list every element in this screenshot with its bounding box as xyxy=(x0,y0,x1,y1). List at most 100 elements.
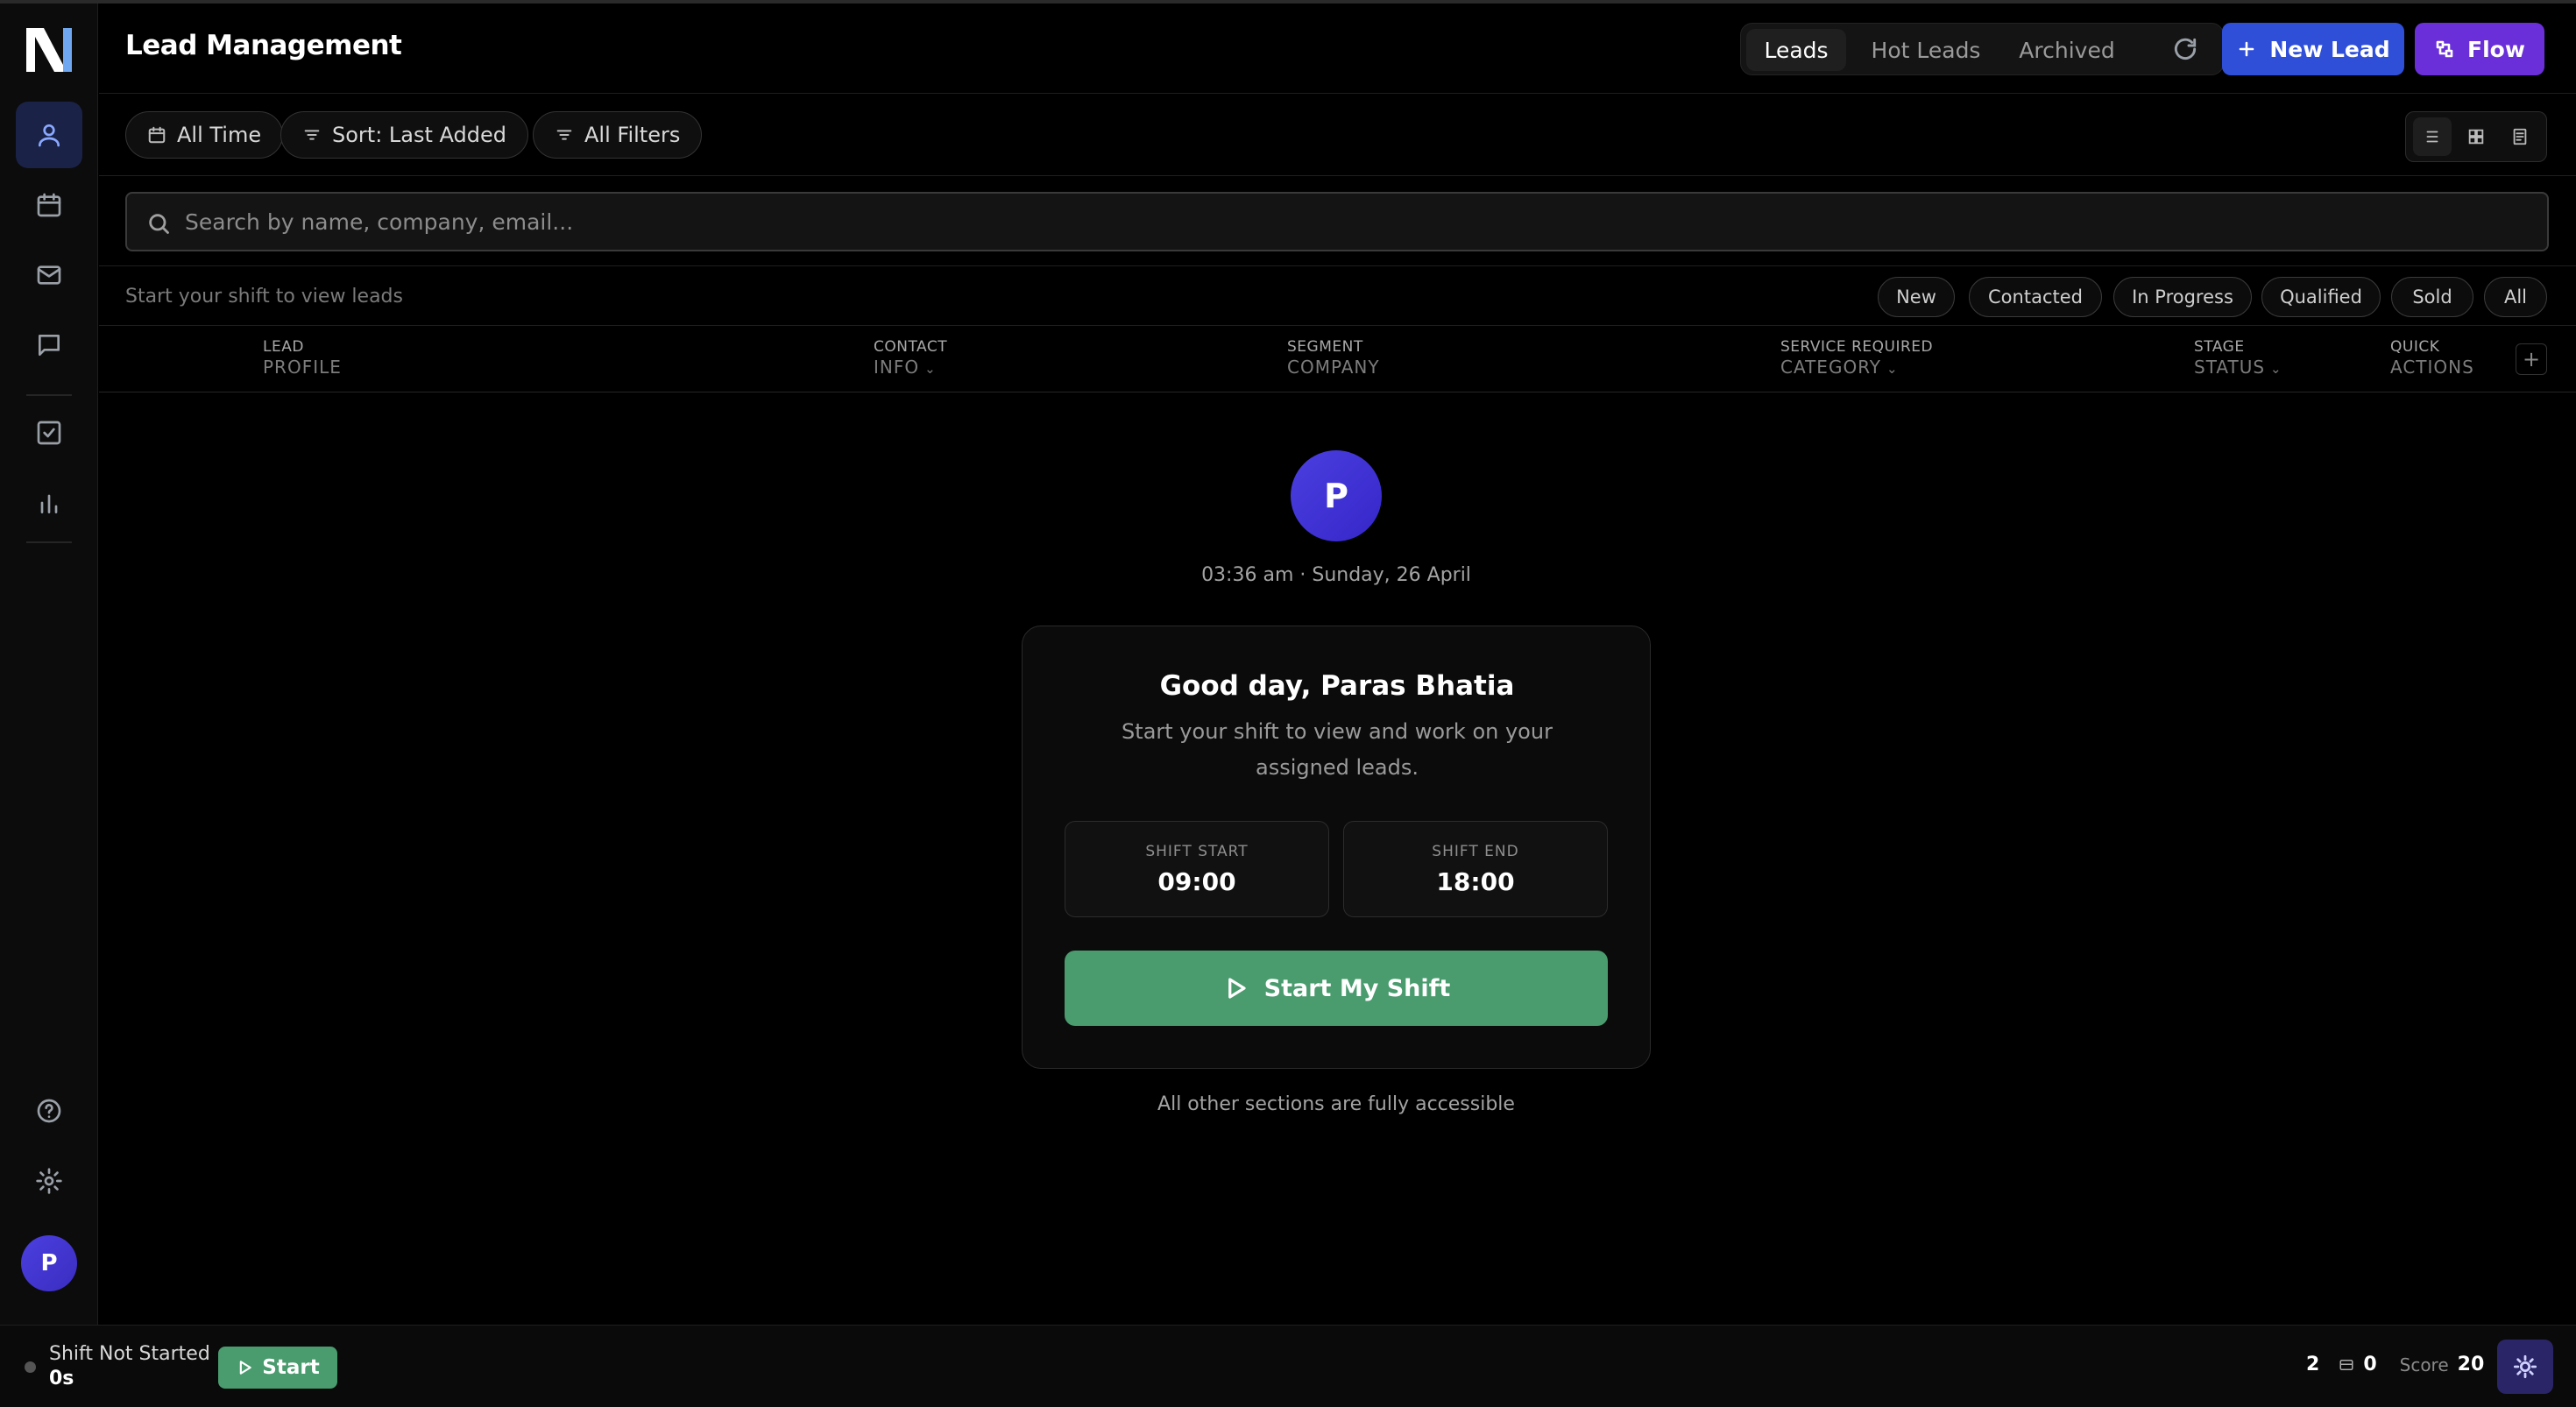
filter-bar: All Time Sort: Last Added All Filters xyxy=(99,94,2576,176)
nav-calendar[interactable] xyxy=(16,172,82,238)
chip-qualified[interactable]: Qualified xyxy=(2261,277,2381,317)
column-stage-status[interactable]: STAGE STATUS ⌄ xyxy=(2194,338,2282,378)
sidebar: P xyxy=(0,4,98,1325)
tab-hot-leads[interactable]: Hot Leads xyxy=(1851,29,2000,71)
accessibility-note: All other sections are fully accessible xyxy=(1157,1093,1515,1115)
time-filter-button[interactable]: All Time xyxy=(125,111,284,159)
shift-end-value: 18:00 xyxy=(1436,867,1515,896)
lead-view-tabs: Leads Hot Leads Archived xyxy=(1740,23,2224,75)
tab-leads[interactable]: Leads xyxy=(1746,29,1846,71)
nav-mail[interactable] xyxy=(16,242,82,308)
chat-icon xyxy=(39,335,60,356)
time-filter-label: All Time xyxy=(177,123,262,147)
sort-button[interactable]: Sort: Last Added xyxy=(280,111,528,159)
settings-icon xyxy=(36,1168,62,1194)
chevron-down-icon: ⌄ xyxy=(2270,361,2282,378)
nav-leads[interactable] xyxy=(16,102,82,168)
plus-icon xyxy=(2240,41,2254,57)
search-input[interactable] xyxy=(183,202,2531,241)
list-icon xyxy=(2426,131,2438,143)
column-label: STAGE xyxy=(2194,338,2245,356)
shift-end-label: SHIFT END xyxy=(1432,843,1519,860)
nav-settings[interactable] xyxy=(16,1148,82,1214)
calendar-icon xyxy=(148,126,166,144)
column-sublabel: ACTIONS xyxy=(2390,357,2474,378)
checkbox-icon xyxy=(37,421,61,445)
column-quick-actions: QUICK ACTIONS xyxy=(2390,338,2474,378)
chevron-down-icon: ⌄ xyxy=(924,361,937,378)
refresh-button[interactable] xyxy=(2164,28,2206,70)
column-lead-profile[interactable]: LEAD PROFILE xyxy=(263,338,342,378)
help-icon xyxy=(37,1099,61,1123)
search-section xyxy=(99,176,2576,266)
shift-start-value: 09:00 xyxy=(1157,867,1236,896)
column-contact-info[interactable]: CONTACT INFO ⌄ xyxy=(874,338,947,378)
all-filters-label: All Filters xyxy=(584,123,681,147)
view-toggle xyxy=(2405,111,2547,162)
chip-sold[interactable]: Sold xyxy=(2391,277,2473,317)
grid-icon xyxy=(2468,129,2484,145)
bottom-status-bar: Shift Not Started 0s Start 2 0 Score 20 xyxy=(0,1325,2576,1407)
shift-card: Good day, Paras Bhatia Start your shift … xyxy=(1022,626,1651,1069)
app-logo[interactable] xyxy=(25,25,74,75)
refresh-icon xyxy=(2174,38,2197,60)
user-icon xyxy=(39,124,60,147)
score-value: 20 xyxy=(2457,1354,2485,1375)
nav-reports[interactable] xyxy=(16,470,82,536)
add-column-button[interactable]: + xyxy=(2516,343,2547,375)
shift-start-box: SHIFT START 09:00 xyxy=(1065,821,1329,917)
shift-hint: Start your shift to view leads xyxy=(125,286,403,308)
chip-contacted[interactable]: Contacted xyxy=(1969,277,2102,317)
grid-view-button[interactable] xyxy=(2457,117,2495,156)
chip-in-progress[interactable]: In Progress xyxy=(2113,277,2252,317)
theme-toggle-button[interactable] xyxy=(2497,1340,2553,1394)
shift-status-text: Shift Not Started xyxy=(49,1343,210,1365)
status-filter-row: Start your shift to view leads New Conta… xyxy=(99,266,2576,326)
column-segment-company[interactable]: SEGMENT COMPANY xyxy=(1287,338,1380,378)
flow-button[interactable]: Flow xyxy=(2415,23,2544,75)
sun-icon xyxy=(2513,1354,2537,1379)
user-avatar[interactable]: P xyxy=(21,1235,77,1291)
new-lead-label: New Lead xyxy=(2269,36,2390,62)
filter-icon xyxy=(556,130,572,140)
stat-count-1: 2 xyxy=(2306,1354,2320,1375)
play-icon xyxy=(1228,978,1246,999)
list-view-button[interactable] xyxy=(2413,117,2452,156)
column-sublabel: CATEGORY xyxy=(1780,357,1882,378)
tab-archived[interactable]: Archived xyxy=(2006,29,2128,71)
flow-icon xyxy=(2436,40,2453,58)
sort-label: Sort: Last Added xyxy=(332,123,506,147)
flow-label: Flow xyxy=(2467,36,2525,62)
nav-messages[interactable] xyxy=(16,312,82,378)
page-title: Lead Management xyxy=(125,30,402,61)
score-label: Score xyxy=(2399,1354,2449,1375)
shift-end-box: SHIFT END 18:00 xyxy=(1343,821,1608,917)
chevron-down-icon: ⌄ xyxy=(1886,361,1899,378)
start-my-shift-label: Start My Shift xyxy=(1263,974,1451,1002)
search-box xyxy=(125,192,2549,251)
nav-tasks[interactable] xyxy=(16,399,82,466)
column-sublabel: STATUS xyxy=(2194,357,2266,378)
mail-icon xyxy=(37,265,61,285)
play-icon xyxy=(240,1361,252,1375)
bar-chart-icon xyxy=(40,494,58,513)
chip-all[interactable]: All xyxy=(2484,277,2547,317)
column-sublabel: COMPANY xyxy=(1287,357,1380,378)
user-avatar-large: P xyxy=(1291,450,1382,541)
sort-icon xyxy=(304,130,320,140)
start-shift-button[interactable]: Start xyxy=(218,1347,337,1389)
page-header: Lead Management Leads Hot Leads Archived… xyxy=(99,4,2576,94)
all-filters-button[interactable]: All Filters xyxy=(533,111,703,159)
column-label: LEAD xyxy=(263,338,304,356)
new-lead-button[interactable]: New Lead xyxy=(2222,23,2404,75)
document-view-button[interactable] xyxy=(2501,117,2539,156)
start-my-shift-button[interactable]: Start My Shift xyxy=(1065,951,1608,1026)
document-icon xyxy=(2513,128,2527,145)
column-service-category[interactable]: SERVICE REQUIRED CATEGORY ⌄ xyxy=(1780,338,1933,378)
chip-new[interactable]: New xyxy=(1878,277,1955,317)
shift-stats: 2 0 Score 20 xyxy=(2306,1354,2484,1375)
current-datetime: 03:36 am · Sunday, 26 April xyxy=(1201,564,1471,586)
nav-help[interactable] xyxy=(16,1078,82,1144)
column-sublabel: PROFILE xyxy=(263,357,342,378)
sidebar-divider xyxy=(26,541,72,543)
